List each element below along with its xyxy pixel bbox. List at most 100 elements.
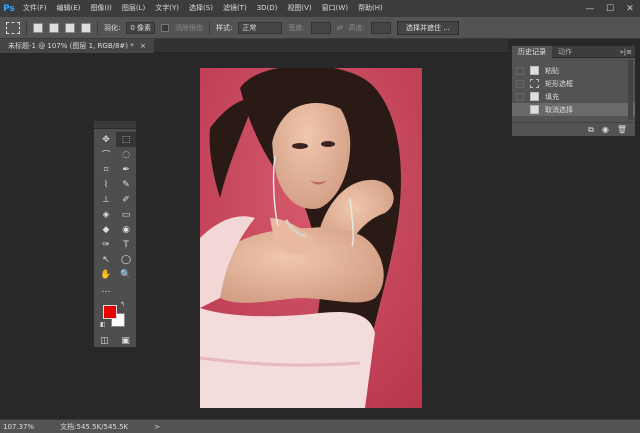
marquee-preset-icon[interactable] [6, 21, 20, 34]
menu-layer[interactable]: 图层(L) [117, 0, 150, 17]
marquee-icon [530, 79, 539, 88]
history-item-label: 粘贴 [545, 66, 559, 75]
portrait-image [200, 68, 422, 408]
fill-icon [530, 92, 539, 101]
panel-menu-icon[interactable]: »|≡ [619, 46, 632, 58]
mask-row: ◫ ▣ [94, 333, 136, 348]
history-scrollbar[interactable] [628, 60, 633, 120]
history-checkbox[interactable] [516, 105, 524, 114]
photoshop-window: Ps 文件(F) 编辑(E) 图像(I) 图层(L) 文字(Y) 选择(S) 滤… [0, 0, 640, 433]
history-checkbox[interactable] [516, 66, 524, 75]
default-colors-icon[interactable]: ◧ [100, 321, 106, 328]
new-selection-icon[interactable] [33, 22, 43, 33]
pen-tool-icon[interactable]: ✑ [96, 237, 116, 252]
document-size-info: 文档:545.5K/545.5K [60, 422, 129, 431]
history-checkbox[interactable] [516, 79, 524, 88]
options-bar: 羽化: 0 像素 消除锯齿 样式: 正常 宽度: ⇄ 高度: 选择并遮住 ... [0, 17, 640, 39]
status-menu-arrow[interactable]: > [154, 423, 160, 431]
blur-tool-icon[interactable]: ◆ [96, 222, 116, 237]
lasso-tool-icon[interactable]: ⌒ [96, 147, 116, 162]
path-select-tool-icon[interactable]: ↖ [96, 252, 116, 267]
eyedropper-tool-icon[interactable]: ✒ [116, 162, 136, 177]
document-tab-bar: 未标题-1 @ 107% (图层 1, RGB/8#) * × [0, 39, 508, 53]
tools-panel-header[interactable] [94, 121, 136, 129]
close-tab-icon[interactable]: × [140, 42, 146, 50]
history-item[interactable]: 矩形选框 [512, 77, 635, 90]
document-tab[interactable]: 未标题-1 @ 107% (图层 1, RGB/8#) * × [0, 39, 154, 53]
document-tab-title: 未标题-1 @ 107% (图层 1, RGB/8#) * [8, 42, 134, 50]
minimize-button[interactable]: — [580, 0, 600, 17]
close-button[interactable]: ✕ [620, 0, 640, 17]
feather-input[interactable]: 0 像素 [126, 21, 156, 34]
style-select[interactable]: 正常 [238, 21, 283, 34]
divider [97, 20, 98, 35]
zoom-tool-icon[interactable]: 🔍 [116, 267, 136, 282]
stamp-tool-icon[interactable]: ⊥ [96, 192, 116, 207]
divider [209, 20, 211, 35]
crop-tool-icon[interactable]: ⌗ [96, 162, 116, 177]
height-input[interactable] [371, 21, 391, 34]
dodge-tool-icon[interactable]: ◉ [116, 222, 136, 237]
marquee-tool-icon[interactable]: ⬚ [116, 132, 136, 147]
history-item-label: 取消选择 [545, 105, 573, 114]
menu-edit[interactable]: 编辑(E) [52, 0, 86, 17]
quick-mask-icon[interactable]: ◫ [95, 333, 115, 348]
history-item-label: 填充 [545, 92, 559, 101]
tools-panel: ✥ ⬚ ⌒ ◌ ⌗ ✒ ⌇ ✎ ⊥ ✐ ◈ ▭ ◆ ◉ ✑ T ↖ ◯ ✋ 🔍 … [93, 120, 137, 348]
color-swatches: ↰ ◧ [94, 301, 136, 331]
history-footer: ⧉ ◉ 🗑 [512, 122, 635, 136]
type-tool-icon[interactable]: T [116, 237, 136, 252]
history-panel: 历史记录 动作 »|≡ 粘贴 矩形选框 填充 取消选择 ⧉ ◉ 🗑 [511, 45, 636, 137]
new-document-from-state-icon[interactable]: ⧉ [588, 125, 594, 135]
tab-actions[interactable]: 动作 [552, 46, 578, 58]
foreground-color-swatch[interactable] [103, 305, 117, 319]
snapshot-camera-icon[interactable]: ◉ [602, 125, 609, 134]
history-item-selected[interactable]: 取消选择 [512, 103, 635, 116]
history-item[interactable]: 粘贴 [512, 64, 635, 77]
screen-mode-icon[interactable]: ▣ [116, 333, 136, 348]
tab-history[interactable]: 历史记录 [512, 45, 552, 58]
width-label: 宽度: [288, 23, 305, 32]
history-checkbox[interactable] [516, 92, 524, 101]
quick-select-tool-icon[interactable]: ◌ [116, 147, 136, 162]
subtract-selection-icon[interactable] [65, 22, 75, 33]
ellipse-tool-icon[interactable]: ◯ [116, 252, 136, 267]
add-selection-icon[interactable] [49, 22, 59, 33]
empty-slot [116, 282, 136, 297]
select-and-mask-button[interactable]: 选择并遮住 ... [397, 20, 459, 35]
delete-trash-icon[interactable]: 🗑 [617, 125, 627, 134]
menu-help[interactable]: 帮助(H) [353, 0, 388, 17]
antialias-checkbox[interactable] [161, 23, 170, 32]
swap-colors-icon[interactable]: ↰ [120, 301, 125, 308]
eraser-tool-icon[interactable]: ◈ [96, 207, 116, 222]
gradient-tool-icon[interactable]: ▭ [116, 207, 136, 222]
canvas-photo[interactable] [200, 68, 422, 408]
antialias-label: 消除锯齿 [175, 23, 204, 32]
menu-3d[interactable]: 3D(D) [252, 0, 283, 17]
menu-file[interactable]: 文件(F) [18, 0, 52, 17]
history-item[interactable]: 填充 [512, 90, 635, 103]
more-tools-icon[interactable]: … [96, 282, 116, 297]
menu-select[interactable]: 选择(S) [184, 0, 218, 17]
hand-tool-icon[interactable]: ✋ [96, 267, 116, 282]
intersect-selection-icon[interactable] [81, 22, 91, 33]
window-controls: — ☐ ✕ [580, 0, 640, 17]
move-tool-icon[interactable]: ✥ [96, 132, 116, 147]
history-brush-tool-icon[interactable]: ✐ [116, 192, 136, 207]
height-label: 高度: [348, 23, 365, 32]
brush-tool-icon[interactable]: ✎ [116, 177, 136, 192]
menu-window[interactable]: 窗口(W) [317, 0, 353, 17]
healing-tool-icon[interactable]: ⌇ [96, 177, 116, 192]
menu-view[interactable]: 视图(V) [282, 0, 316, 17]
zoom-level[interactable]: 107.37% [3, 423, 34, 431]
menu-bar: Ps 文件(F) 编辑(E) 图像(I) 图层(L) 文字(Y) 选择(S) 滤… [0, 0, 640, 17]
paste-icon [530, 66, 539, 75]
width-input[interactable] [310, 21, 331, 34]
menu-image[interactable]: 图像(I) [85, 0, 117, 17]
history-panel-tabs: 历史记录 动作 »|≡ [512, 45, 635, 58]
app-logo: Ps [3, 3, 15, 14]
menu-filter[interactable]: 滤镜(T) [218, 0, 252, 17]
swap-icon[interactable]: ⇄ [337, 24, 343, 32]
menu-type[interactable]: 文字(Y) [150, 0, 184, 17]
maximize-button[interactable]: ☐ [600, 0, 620, 17]
